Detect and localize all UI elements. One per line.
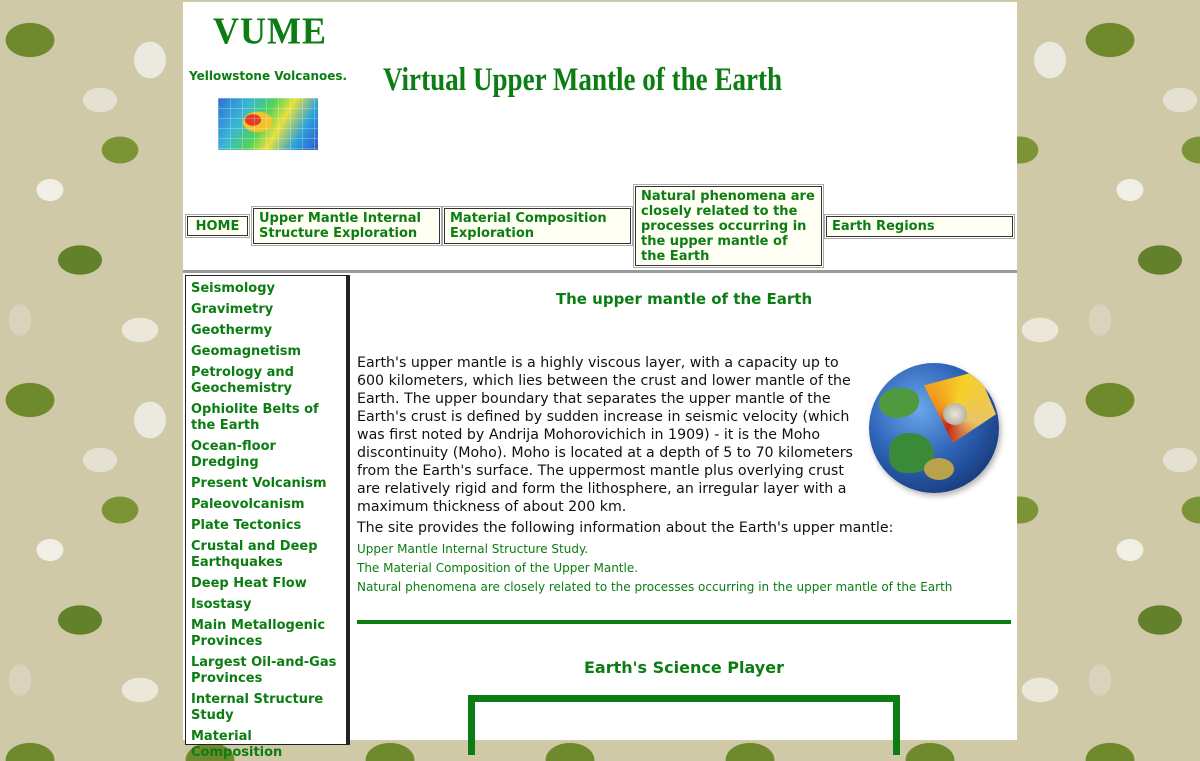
science-player-frame[interactable]: [468, 695, 900, 755]
sidebar-item-petrology: Petrology and Geochemistry: [191, 365, 346, 397]
info-links: Upper Mantle Internal Structure Study. T…: [357, 540, 952, 597]
sidebar-link[interactable]: Gravimetry: [191, 302, 346, 318]
sidebar-link[interactable]: Main Metallogenic Provinces: [191, 618, 346, 650]
sidebar-link[interactable]: Ocean-floor Dredging: [191, 439, 346, 471]
sidebar-item-present-volcanism: Present Volcanism: [191, 476, 346, 492]
site-info-text: The site provides the following informat…: [357, 520, 894, 536]
sidebar-item-seismology: Seismology: [191, 281, 346, 297]
nav-internal-structure[interactable]: Upper Mantle Internal Structure Explorat…: [251, 206, 442, 246]
sidebar-link[interactable]: Present Volcanism: [191, 476, 346, 492]
yellowstone-link[interactable]: Yellowstone Volcanoes.: [189, 69, 347, 83]
site-logo[interactable]: VUME: [213, 9, 327, 53]
sidebar-item-plate-tectonics: Plate Tectonics: [191, 518, 346, 534]
sidebar-link[interactable]: Material Composition: [191, 729, 346, 761]
sidebar-link[interactable]: Internal Structure Study: [191, 692, 346, 724]
intro-paragraph: Earth's upper mantle is a highly viscous…: [357, 355, 853, 515]
sidebar-item-earthquakes: Crustal and Deep Earthquakes: [191, 539, 346, 571]
sidebar-divider: [347, 275, 350, 745]
sidebar-item-oil-gas: Largest Oil-and-Gas Provinces: [191, 655, 346, 687]
sidebar-link[interactable]: Plate Tectonics: [191, 518, 346, 534]
yellowstone-map-icon[interactable]: [218, 98, 318, 150]
sidebar-item-geomagnetism: Geomagnetism: [191, 344, 346, 360]
sidebar-link[interactable]: Petrology and Geochemistry: [191, 365, 346, 397]
sidebar-item-material-composition: Material Composition: [191, 729, 346, 761]
page-container: VUME Yellowstone Volcanoes. Virtual Uppe…: [183, 2, 1017, 760]
sidebar-item-geothermy: Geothermy: [191, 323, 346, 339]
link-material-composition[interactable]: The Material Composition of the Upper Ma…: [357, 559, 952, 578]
sidebar-item-isostasy: Isostasy: [191, 597, 346, 613]
sidebar-link[interactable]: Deep Heat Flow: [191, 576, 346, 592]
sidebar-link[interactable]: Crustal and Deep Earthquakes: [191, 539, 346, 571]
sidebar-link[interactable]: Ophiolite Belts of the Earth: [191, 402, 346, 434]
nav-material-composition[interactable]: Material Composition Exploration: [442, 206, 633, 246]
player-heading: Earth's Science Player: [584, 658, 784, 677]
sidebar-item-heat-flow: Deep Heat Flow: [191, 576, 346, 592]
nav-home[interactable]: HOME: [185, 214, 250, 238]
sidebar-item-paleovolcanism: Paleovolcanism: [191, 497, 346, 513]
link-internal-structure-study[interactable]: Upper Mantle Internal Structure Study.: [357, 540, 952, 559]
sidebar-link[interactable]: Paleovolcanism: [191, 497, 346, 513]
sidebar-item-ocean-floor: Ocean-floor Dredging: [191, 439, 346, 471]
section-divider: [357, 620, 1011, 624]
sidebar-item-metallogenic: Main Metallogenic Provinces: [191, 618, 346, 650]
earth-cutaway-icon: [869, 363, 999, 493]
sidebar-link[interactable]: Geomagnetism: [191, 344, 346, 360]
sidebar-item-gravimetry: Gravimetry: [191, 302, 346, 318]
sidebar-link[interactable]: Isostasy: [191, 597, 346, 613]
header-divider: [183, 270, 1017, 273]
sidebar-item-internal-structure: Internal Structure Study: [191, 692, 346, 724]
nav-natural-phenomena[interactable]: Natural phenomena are closely related to…: [633, 184, 824, 268]
page-title: Virtual Upper Mantle of the Earth: [383, 62, 783, 98]
nav-earth-regions[interactable]: Earth Regions: [824, 214, 1015, 239]
sidebar-link[interactable]: Geothermy: [191, 323, 346, 339]
sidebar: Seismology Gravimetry Geothermy Geomagne…: [185, 275, 347, 760]
sidebar-link[interactable]: Seismology: [191, 281, 346, 297]
sidebar-item-ophiolite: Ophiolite Belts of the Earth: [191, 402, 346, 434]
sidebar-link[interactable]: Largest Oil-and-Gas Provinces: [191, 655, 346, 687]
section-heading: The upper mantle of the Earth: [555, 290, 813, 308]
link-natural-phenomena[interactable]: Natural phenomena are closely related to…: [357, 578, 952, 597]
